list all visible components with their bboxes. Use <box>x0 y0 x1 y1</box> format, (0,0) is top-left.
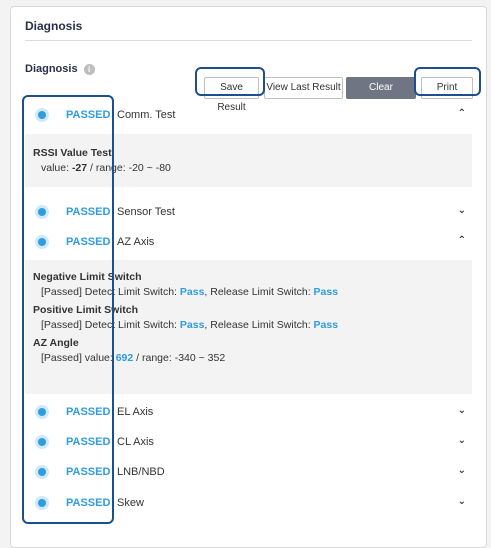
status-label: PASSED <box>66 466 111 478</box>
comm-detail: RSSI Value Test value: -27 / range: -20 … <box>25 134 472 187</box>
chevron-down-icon[interactable]: ⌄ <box>458 435 466 446</box>
title-divider <box>25 40 472 41</box>
test-row-sensor[interactable]: PASSED Sensor Test ⌄ <box>25 196 472 230</box>
view-last-result-button[interactable]: View Last Result <box>264 77 343 99</box>
clear-diagnosis-button[interactable]: Clear Diagnosis <box>346 77 416 113</box>
test-name: EL Axis <box>117 406 154 418</box>
neg-mid: , Release Limit Switch: <box>204 286 314 298</box>
info-icon[interactable]: i <box>83 63 95 75</box>
status-label: PASSED <box>66 109 111 121</box>
neg-limit-title: Negative Limit Switch <box>33 271 142 283</box>
status-dot <box>38 208 46 216</box>
save-result-button[interactable]: Save Result <box>204 77 259 113</box>
status-dot <box>38 408 46 416</box>
range-text: / range: -20 ~ -80 <box>87 162 171 174</box>
neg-prefix: [Passed] Detect Limit Switch: <box>41 286 180 298</box>
test-row-comm[interactable]: PASSED Comm. Test ⌃ <box>25 99 472 133</box>
az-angle-value: 692 <box>115 352 134 364</box>
diagnosis-panel: Diagnosis Diagnosis i Save Result View L… <box>10 6 487 548</box>
angle-prefix: [Passed] value: <box>41 352 116 364</box>
status-label: PASSED <box>66 236 111 248</box>
panel-title: Diagnosis <box>25 19 83 33</box>
test-row-lnb[interactable]: PASSED LNB/NBD ⌄ <box>25 456 472 490</box>
test-name: CL Axis <box>117 436 154 448</box>
test-row-cl[interactable]: PASSED CL Axis ⌄ <box>25 426 472 460</box>
az-angle-title: AZ Angle <box>33 337 79 349</box>
test-name: Comm. Test <box>117 109 176 121</box>
status-dot <box>38 111 46 119</box>
value-prefix: value: <box>41 162 72 174</box>
status-label: PASSED <box>66 206 111 218</box>
test-name: LNB/NBD <box>117 466 165 478</box>
test-row-skew[interactable]: PASSED Skew ⌄ <box>25 487 472 521</box>
print-button[interactable]: Print <box>421 77 473 99</box>
pos-limit-result: [Passed] Detect Limit Switch: Pass, Rele… <box>41 319 472 331</box>
status-dot <box>38 499 46 507</box>
status-label: PASSED <box>66 497 111 509</box>
neg-limit-result: [Passed] Detect Limit Switch: Pass, Rele… <box>41 286 472 298</box>
pos-release-value: Pass <box>313 319 339 331</box>
detail-title: RSSI Value Test <box>33 147 112 159</box>
pos-limit-title: Positive Limit Switch <box>33 304 139 316</box>
test-name: AZ Axis <box>117 236 155 248</box>
chevron-up-icon[interactable]: ⌃ <box>458 235 466 246</box>
chevron-down-icon[interactable]: ⌄ <box>458 465 466 476</box>
status-dot <box>38 238 46 246</box>
test-name: Skew <box>117 497 144 509</box>
az-detail: Negative Limit Switch [Passed] Detect Li… <box>25 260 472 394</box>
status-label: PASSED <box>66 436 111 448</box>
pos-detect-value: Pass <box>179 319 205 331</box>
chevron-down-icon[interactable]: ⌄ <box>458 405 466 416</box>
section-label: Diagnosis i <box>25 63 95 75</box>
detail-value: value: -27 / range: -20 ~ -80 <box>41 162 472 174</box>
pos-prefix: [Passed] Detect Limit Switch: <box>41 319 180 331</box>
angle-range: / range: -340 ~ 352 <box>133 352 226 364</box>
rssi-value: -27 <box>71 162 88 174</box>
az-angle-result: [Passed] value: 692 / range: -340 ~ 352 <box>41 352 472 364</box>
status-dot <box>38 468 46 476</box>
test-name: Sensor Test <box>117 206 175 218</box>
pos-mid: , Release Limit Switch: <box>204 319 314 331</box>
status-label: PASSED <box>66 406 111 418</box>
test-row-az[interactable]: PASSED AZ Axis ⌃ <box>25 226 472 260</box>
section-label-text: Diagnosis <box>25 63 78 75</box>
test-row-el[interactable]: PASSED EL Axis ⌄ <box>25 396 472 430</box>
chevron-down-icon[interactable]: ⌄ <box>458 496 466 507</box>
chevron-down-icon[interactable]: ⌄ <box>458 205 466 216</box>
neg-release-value: Pass <box>313 286 339 298</box>
status-dot <box>38 438 46 446</box>
neg-detect-value: Pass <box>179 286 205 298</box>
chevron-up-icon[interactable]: ⌃ <box>458 108 466 119</box>
